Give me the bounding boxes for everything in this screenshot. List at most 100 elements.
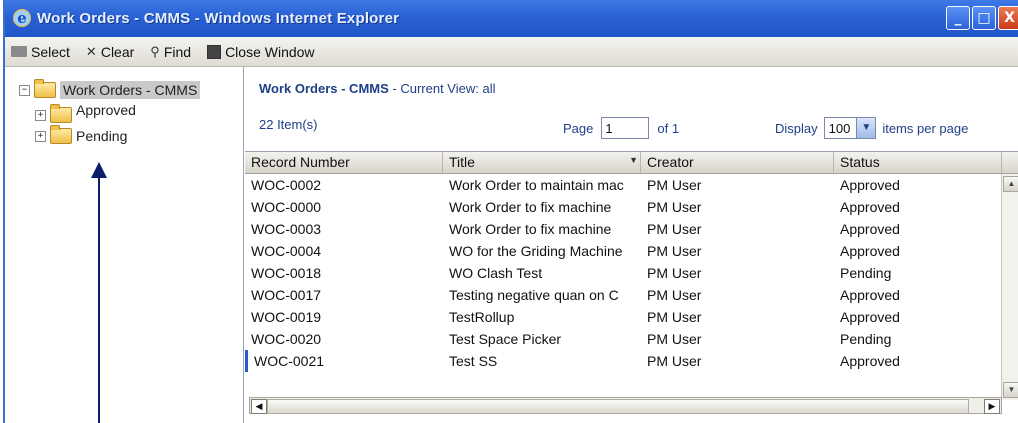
cell-record-number: WOC-0017 [251, 287, 322, 303]
cell-creator: PM User [647, 177, 702, 193]
cell-title: WO for the Griding Machine [449, 243, 623, 259]
browser-window: e Work Orders - CMMS - Windows Internet … [3, 0, 1018, 423]
cell-status: Approved [840, 221, 900, 237]
page-total: of 1 [657, 120, 680, 136]
window-title: Work Orders - CMMS - Windows Internet Ex… [37, 10, 400, 27]
clear-label: Clear [100, 43, 135, 60]
grid-header: Record Number Title ▼ Creator Status [245, 152, 1018, 174]
find-label: Find [163, 43, 192, 60]
scroll-right-icon[interactable]: ▶ [984, 399, 1000, 414]
scrollbar-thumb[interactable] [267, 399, 969, 414]
pager: Page of 1 [563, 117, 679, 139]
expand-icon[interactable]: + [35, 130, 46, 142]
chevron-down-icon[interactable]: ▼ [856, 118, 876, 138]
table-row[interactable]: WOC-0002 Work Order to maintain mac PM U… [245, 174, 1002, 196]
tree-item-pending[interactable]: + Pending [35, 125, 127, 144]
grid-body: WOC-0002 Work Order to maintain mac PM U… [245, 174, 1002, 372]
records-grid: Record Number Title ▼ Creator Status WOC… [245, 151, 1018, 423]
title-bar[interactable]: e Work Orders - CMMS - Windows Internet … [5, 0, 1018, 37]
select-label: Select [31, 43, 70, 60]
cell-status: Approved [840, 177, 900, 193]
page-size-select[interactable]: 100 ▼ [823, 117, 877, 139]
folder-tree: − Work Orders - CMMS + Approved + Pendin… [5, 67, 244, 423]
column-header-status[interactable]: Status [834, 152, 1002, 173]
maximize-button[interactable]: □ [972, 6, 996, 30]
tree-item-label[interactable]: Pending [76, 128, 127, 144]
table-row[interactable]: WOC-0003 Work Order to fix machine PM Us… [245, 218, 1002, 240]
cell-title: WO Clash Test [449, 265, 543, 281]
per-page-label: items per page [882, 120, 969, 136]
cell-title: TestRollup [449, 309, 515, 325]
folder-icon [50, 104, 72, 123]
cell-creator: PM User [647, 287, 702, 303]
cell-status: Approved [840, 243, 900, 259]
column-header-creator[interactable]: Creator [641, 152, 834, 173]
cell-record-number: WOC-0019 [251, 309, 322, 325]
cell-title: Work Order to maintain mac [449, 177, 624, 193]
page-number-input[interactable] [601, 117, 650, 139]
scroll-up-icon[interactable]: ▲ [1003, 176, 1018, 192]
sort-arrow-icon[interactable]: ▼ [629, 155, 638, 165]
table-row[interactable]: WOC-0018 WO Clash Test PM User Pending [245, 262, 1002, 284]
view-header: Work Orders - CMMS - Current View: all [259, 81, 495, 96]
collapse-icon[interactable]: − [19, 84, 30, 96]
item-count: 22 Item(s) [259, 117, 318, 132]
tree-item-label[interactable]: Approved [76, 102, 136, 118]
tree-item-approved[interactable]: + Approved [35, 102, 136, 123]
minimize-button[interactable]: _ [946, 6, 970, 30]
table-row[interactable]: WOC-0000 Work Order to fix machine PM Us… [245, 196, 1002, 218]
table-row[interactable]: WOC-0004 WO for the Griding Machine PM U… [245, 240, 1002, 262]
cell-record-number: WOC-0003 [251, 221, 322, 237]
open-folder-icon [11, 46, 27, 57]
table-row[interactable]: WOC-0017 Testing negative quan on C PM U… [245, 284, 1002, 306]
cell-record-number: WOC-0000 [251, 199, 322, 215]
module-title: Work Orders - CMMS [259, 81, 389, 96]
internet-explorer-icon: e [13, 9, 31, 27]
open-folder-icon [34, 79, 56, 98]
cell-status: Approved [840, 287, 900, 303]
cell-title: Test SS [449, 353, 498, 369]
toolbar: Select ✕ Clear ⚲ Find Close Window [5, 37, 1018, 67]
cell-record-number: WOC-0002 [251, 177, 322, 193]
find-button[interactable]: ⚲ Find [150, 44, 191, 60]
close-window-button[interactable]: Close Window [207, 43, 315, 60]
close-window-label: Close Window [225, 43, 315, 60]
column-header-record-number[interactable]: Record Number [245, 152, 443, 173]
cell-creator: PM User [647, 243, 702, 259]
close-window-x-button[interactable]: X [998, 6, 1018, 30]
display-control: Display 100 ▼ items per page [775, 117, 968, 139]
cell-creator: PM User [647, 199, 702, 215]
cell-creator: PM User [647, 353, 702, 369]
window-controls: _ □ X [946, 6, 1018, 30]
display-label: Display [775, 120, 818, 136]
scroll-left-icon[interactable]: ◀ [251, 399, 267, 414]
folder-icon [50, 125, 72, 144]
cell-title: Test Space Picker [449, 331, 562, 347]
cell-record-number: WOC-0004 [251, 243, 322, 259]
horizontal-scrollbar[interactable]: ◀ ▶ [249, 397, 1002, 414]
expand-icon[interactable]: + [35, 109, 46, 121]
column-header-title[interactable]: Title ▼ [443, 152, 641, 173]
select-button[interactable]: Select [11, 44, 70, 60]
table-row[interactable]: WOC-0020 Test Space Picker PM User Pendi… [245, 328, 1002, 350]
cell-title: Work Order to fix machine [449, 199, 612, 215]
column-header-label: Title [449, 154, 475, 170]
scroll-down-icon[interactable]: ▼ [1003, 382, 1018, 398]
tree-root[interactable]: − Work Orders - CMMS [19, 79, 201, 99]
cell-creator: PM User [647, 331, 702, 347]
vertical-scrollbar[interactable]: ▲ ▼ [1001, 174, 1018, 400]
cell-record-number: WOC-0020 [251, 331, 322, 347]
close-window-icon [207, 44, 222, 59]
cell-status: Pending [840, 331, 892, 347]
current-view-text: - Current View: all [388, 81, 496, 96]
magnifier-icon: ⚲ [150, 43, 160, 59]
page-label: Page [563, 120, 594, 136]
cell-status: Approved [840, 353, 900, 369]
cell-creator: PM User [647, 309, 702, 325]
cell-title: Work Order to fix machine [449, 221, 612, 237]
cell-creator: PM User [647, 265, 702, 281]
clear-button[interactable]: ✕ Clear [86, 44, 134, 60]
table-row[interactable]: WOC-0019 TestRollup PM User Approved [245, 306, 1002, 328]
table-row-selected[interactable]: WOC-0021 Test SS PM User Approved [245, 350, 1002, 372]
tree-root-label[interactable]: Work Orders - CMMS [60, 81, 201, 99]
